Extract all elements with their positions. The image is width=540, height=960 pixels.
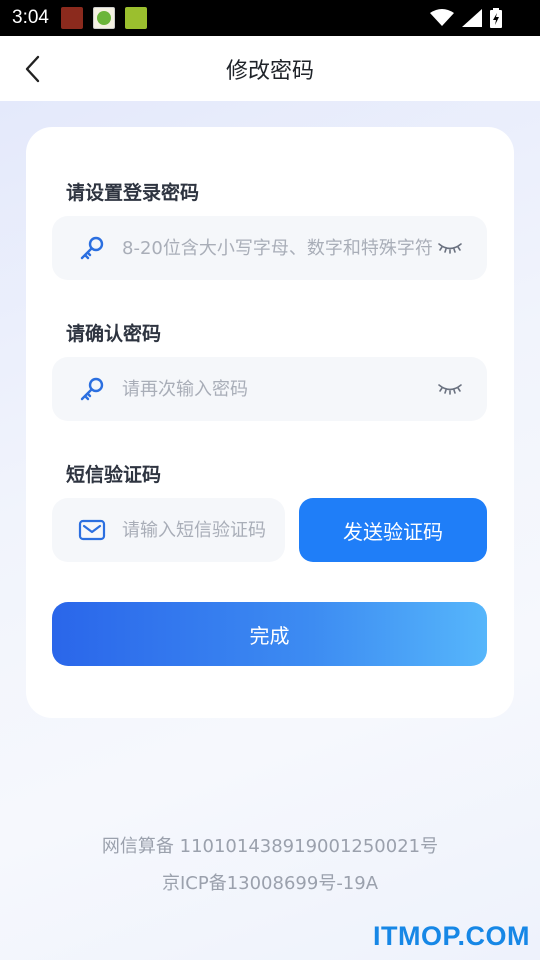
system-status-icons (430, 8, 502, 28)
sms-code-label: 短信验证码 (66, 464, 162, 486)
password-field (52, 216, 487, 280)
status-time: 3:04 (12, 7, 49, 28)
sms-code-input[interactable] (120, 518, 267, 542)
icp-filing-text: 京ICP备13008699号-19A (161, 873, 379, 894)
password-input[interactable] (120, 236, 437, 260)
password-form-card: 请设置登录密码 请确认密码 短信验证码 发送验证码 完成 (26, 127, 514, 718)
app-notification-icon (124, 7, 147, 29)
notification-icons (60, 7, 147, 29)
status-bar: 3:04 (0, 0, 540, 36)
key-icon (80, 236, 104, 260)
app-notification-icon (60, 7, 83, 29)
wifi-icon (430, 9, 454, 26)
watermark-text: ITMOP.COM (372, 921, 530, 951)
nav-header: 修改密码 (0, 36, 540, 101)
send-code-button[interactable]: 发送验证码 (299, 498, 487, 562)
confirm-password-field (52, 357, 487, 421)
eye-closed-icon[interactable] (437, 240, 463, 256)
battery-icon (490, 8, 502, 28)
signal-icon (462, 9, 482, 27)
confirm-password-label: 请确认密码 (66, 323, 162, 345)
page-title: 修改密码 (225, 58, 314, 84)
password-label: 请设置登录密码 (66, 182, 200, 204)
app-notification-icon (92, 7, 115, 29)
key-icon (80, 377, 104, 401)
confirm-password-input[interactable] (120, 377, 437, 401)
envelope-icon (78, 519, 106, 541)
eye-closed-icon[interactable] (437, 381, 463, 397)
sms-code-field (52, 498, 285, 562)
algorithm-filing-text: 网信算备 110101438919001250021号 (101, 836, 439, 857)
submit-button[interactable]: 完成 (52, 602, 487, 666)
back-arrow-icon[interactable] (20, 54, 46, 84)
